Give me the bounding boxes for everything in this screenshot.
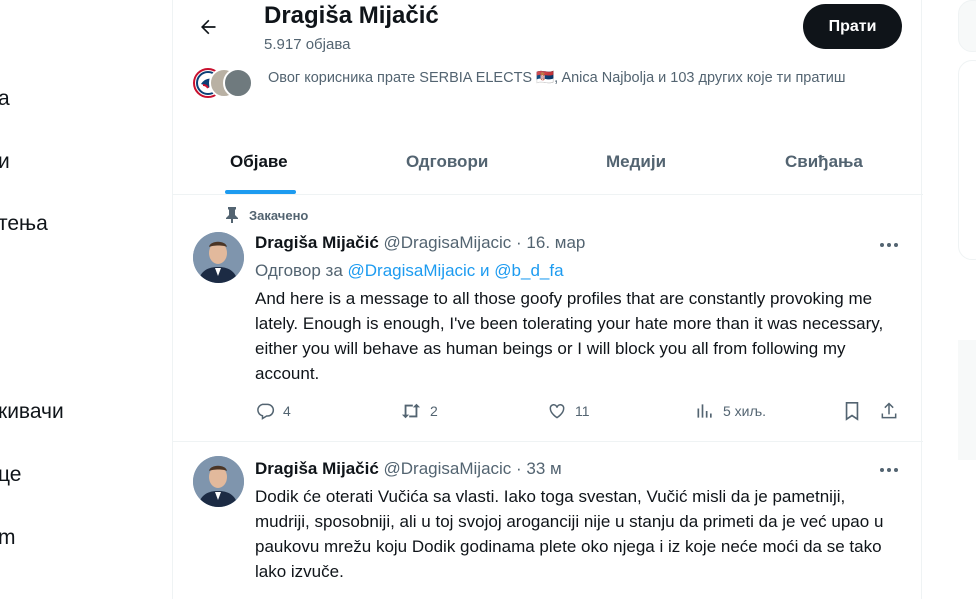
replying-to: Одговор за @DragisaMijacic и @b_d_fa	[255, 261, 564, 281]
nav-item-2[interactable]: и	[0, 150, 10, 174]
mention-link[interactable]: @b_d_fa	[494, 261, 563, 280]
arrow-left-icon	[201, 19, 216, 35]
repost-count: 2	[430, 403, 438, 419]
left-navigation: а и тења кивачи це m	[0, 0, 172, 599]
repost-button[interactable]: 2	[400, 401, 438, 421]
followers-you-know[interactable]: Овог корисника прате SERBIA ELECTS 🇷🇸, A…	[193, 66, 893, 112]
sidebar-card	[958, 60, 976, 260]
pinned-text: Закачено	[249, 207, 309, 223]
tweet-meta[interactable]: @DragisaMijacic · 33 м	[384, 459, 562, 478]
back-button[interactable]	[191, 10, 225, 44]
bookmark-button[interactable]	[843, 401, 861, 421]
share-button[interactable]	[879, 401, 899, 421]
profile-tabs: Објаве Одговори Медији Свиђања	[173, 130, 923, 195]
tab-media[interactable]: Медији	[606, 152, 666, 172]
reply-button[interactable]: 4	[255, 401, 291, 421]
follower-avatar	[223, 68, 253, 98]
nav-item-4[interactable]: кивачи	[0, 400, 64, 424]
tab-posts[interactable]: Објаве	[230, 152, 288, 172]
active-tab-indicator	[225, 190, 296, 194]
reply-and: и	[480, 261, 490, 280]
tweet[interactable]: Dragiša Mijačić @DragisaMijacic · 33 м D…	[173, 442, 923, 599]
bookmark-icon	[845, 402, 859, 421]
nav-item-5[interactable]: це	[0, 463, 21, 487]
tweet-author-name[interactable]: Dragiša Mijačić	[255, 459, 379, 478]
post-count: 5.917 објава	[264, 36, 351, 53]
nav-item-6[interactable]: m	[0, 526, 16, 550]
repost-icon	[401, 403, 421, 419]
right-sidebar	[958, 0, 976, 599]
main-column: Dragiša Mijačić 5.917 објава Прати Овог …	[172, 0, 923, 599]
mention-link[interactable]: @DragisaMijacic	[348, 261, 476, 280]
nav-item-1[interactable]: а	[0, 87, 10, 111]
followers-text: Овог корисника прате SERBIA ELECTS 🇷🇸, A…	[268, 70, 846, 86]
profile-name: Dragiša Mijačić	[264, 2, 439, 29]
tweet-text: Dodik će oterati Vučića sa vlasti. Iako …	[255, 487, 884, 581]
more-dots-icon	[880, 468, 898, 472]
tweet-actions: 4 2 11 5 хиљ.	[255, 401, 903, 425]
tab-replies[interactable]: Одговори	[406, 152, 488, 172]
follower-avatars	[193, 68, 253, 100]
more-dots-icon	[880, 243, 898, 247]
reply-prefix: Одговор за	[255, 261, 343, 280]
heart-icon	[549, 403, 565, 419]
analytics-icon	[697, 404, 712, 418]
comment-icon	[257, 403, 275, 420]
views-button[interactable]: 5 хиљ.	[695, 401, 766, 421]
like-count: 11	[575, 403, 590, 419]
like-button[interactable]: 11	[547, 401, 590, 421]
more-options-button[interactable]	[877, 235, 901, 255]
tweet-meta[interactable]: @DragisaMijacic · 16. мар	[384, 233, 586, 252]
pinned-label: Закачено	[225, 207, 308, 223]
tweet-text: And here is a message to all those goofy…	[255, 289, 884, 383]
nav-item-3[interactable]: тења	[0, 212, 48, 236]
more-options-button[interactable]	[877, 460, 901, 480]
sidebar-card	[958, 340, 976, 460]
tweet[interactable]: Закачено Dragiša Mijačić @DragisaMijacic…	[173, 195, 923, 442]
share-icon	[881, 402, 897, 419]
follow-button[interactable]: Прати	[803, 4, 902, 49]
avatar[interactable]	[193, 456, 244, 507]
search-box[interactable]	[958, 0, 976, 52]
reply-count: 4	[283, 403, 291, 419]
pin-icon	[226, 207, 238, 223]
profile-header: Dragiša Mijačić 5.917 објава Прати	[173, 0, 923, 60]
tab-likes[interactable]: Свиђања	[785, 152, 863, 172]
views-count: 5 хиљ.	[723, 403, 767, 419]
avatar[interactable]	[193, 232, 244, 283]
tweet-author-name[interactable]: Dragiša Mijačić	[255, 233, 379, 252]
